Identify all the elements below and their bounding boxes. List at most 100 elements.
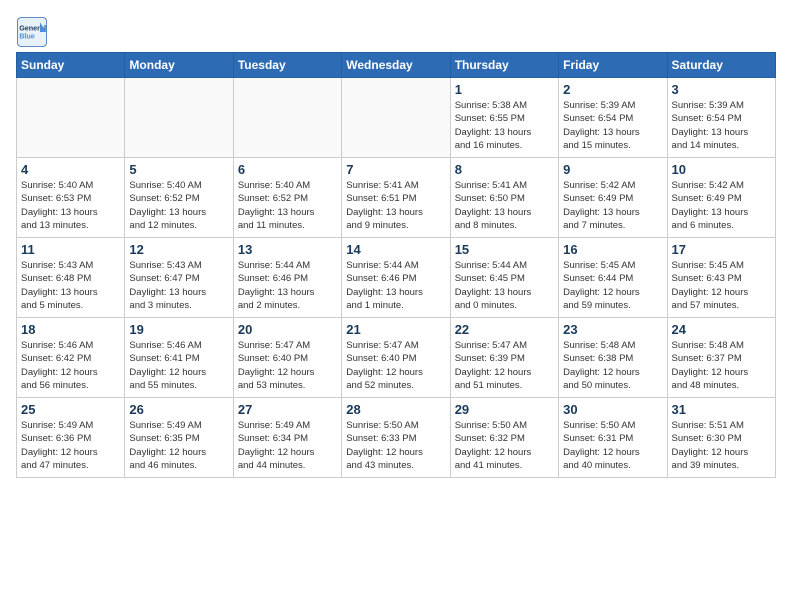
- calendar-cell: [125, 78, 233, 158]
- day-info: Sunrise: 5:47 AM Sunset: 6:40 PM Dayligh…: [346, 339, 445, 392]
- day-info: Sunrise: 5:44 AM Sunset: 6:46 PM Dayligh…: [238, 259, 337, 312]
- day-number: 6: [238, 162, 337, 177]
- day-number: 23: [563, 322, 662, 337]
- day-number: 27: [238, 402, 337, 417]
- day-number: 21: [346, 322, 445, 337]
- day-header-tuesday: Tuesday: [233, 53, 341, 78]
- day-number: 24: [672, 322, 771, 337]
- calendar-cell: 14 Sunrise: 5:44 AM Sunset: 6:46 PM Dayli…: [342, 238, 450, 318]
- calendar-cell: 17 Sunrise: 5:45 AM Sunset: 6:43 PM Dayli…: [667, 238, 775, 318]
- svg-text:Blue: Blue: [19, 31, 35, 40]
- day-info: Sunrise: 5:38 AM Sunset: 6:55 PM Dayligh…: [455, 99, 554, 152]
- day-number: 26: [129, 402, 228, 417]
- day-number: 29: [455, 402, 554, 417]
- day-header-sunday: Sunday: [17, 53, 125, 78]
- day-info: Sunrise: 5:45 AM Sunset: 6:44 PM Dayligh…: [563, 259, 662, 312]
- day-info: Sunrise: 5:40 AM Sunset: 6:52 PM Dayligh…: [129, 179, 228, 232]
- day-info: Sunrise: 5:47 AM Sunset: 6:39 PM Dayligh…: [455, 339, 554, 392]
- calendar-cell: [342, 78, 450, 158]
- calendar-cell: 30 Sunrise: 5:50 AM Sunset: 6:31 PM Dayli…: [559, 398, 667, 478]
- day-number: 12: [129, 242, 228, 257]
- logo: General Blue: [16, 16, 48, 48]
- day-info: Sunrise: 5:43 AM Sunset: 6:47 PM Dayligh…: [129, 259, 228, 312]
- calendar-cell: 9 Sunrise: 5:42 AM Sunset: 6:49 PM Daylig…: [559, 158, 667, 238]
- day-info: Sunrise: 5:49 AM Sunset: 6:36 PM Dayligh…: [21, 419, 120, 472]
- calendar-cell: 16 Sunrise: 5:45 AM Sunset: 6:44 PM Dayli…: [559, 238, 667, 318]
- calendar-cell: 5 Sunrise: 5:40 AM Sunset: 6:52 PM Daylig…: [125, 158, 233, 238]
- day-info: Sunrise: 5:42 AM Sunset: 6:49 PM Dayligh…: [563, 179, 662, 232]
- day-number: 31: [672, 402, 771, 417]
- calendar-cell: 19Sunrise: 5:46 AM Sunset: 6:41 PM Dayli…: [125, 318, 233, 398]
- day-info: Sunrise: 5:50 AM Sunset: 6:31 PM Dayligh…: [563, 419, 662, 472]
- day-info: Sunrise: 5:40 AM Sunset: 6:52 PM Dayligh…: [238, 179, 337, 232]
- day-header-monday: Monday: [125, 53, 233, 78]
- calendar-cell: 20 Sunrise: 5:47 AM Sunset: 6:40 PM Dayli…: [233, 318, 341, 398]
- day-number: 7: [346, 162, 445, 177]
- day-info: Sunrise: 5:48 AM Sunset: 6:38 PM Dayligh…: [563, 339, 662, 392]
- day-info: Sunrise: 5:47 AM Sunset: 6:40 PM Dayligh…: [238, 339, 337, 392]
- day-number: 20: [238, 322, 337, 337]
- day-info: Sunrise: 5:44 AM Sunset: 6:45 PM Dayligh…: [455, 259, 554, 312]
- day-info: Sunrise: 5:50 AM Sunset: 6:33 PM Dayligh…: [346, 419, 445, 472]
- day-number: 8: [455, 162, 554, 177]
- day-info: Sunrise: 5:41 AM Sunset: 6:50 PM Dayligh…: [455, 179, 554, 232]
- day-info: Sunrise: 5:43 AM Sunset: 6:48 PM Dayligh…: [21, 259, 120, 312]
- calendar-cell: 7 Sunrise: 5:41 AM Sunset: 6:51 PM Daylig…: [342, 158, 450, 238]
- day-number: 11: [21, 242, 120, 257]
- day-info: Sunrise: 5:49 AM Sunset: 6:34 PM Dayligh…: [238, 419, 337, 472]
- calendar-cell: 11 Sunrise: 5:43 AM Sunset: 6:48 PM Dayli…: [17, 238, 125, 318]
- day-number: 14: [346, 242, 445, 257]
- calendar-cell: 2Sunrise: 5:39 AM Sunset: 6:54 PM Daylig…: [559, 78, 667, 158]
- day-info: Sunrise: 5:39 AM Sunset: 6:54 PM Dayligh…: [672, 99, 771, 152]
- calendar-cell: 4 Sunrise: 5:40 AM Sunset: 6:53 PM Daylig…: [17, 158, 125, 238]
- calendar-cell: 10 Sunrise: 5:42 AM Sunset: 6:49 PM Dayli…: [667, 158, 775, 238]
- day-number: 28: [346, 402, 445, 417]
- day-number: 5: [129, 162, 228, 177]
- calendar-cell: 15 Sunrise: 5:44 AM Sunset: 6:45 PM Dayli…: [450, 238, 558, 318]
- calendar-cell: 21 Sunrise: 5:47 AM Sunset: 6:40 PM Dayli…: [342, 318, 450, 398]
- calendar-cell: [17, 78, 125, 158]
- calendar-cell: 1 Sunrise: 5:38 AM Sunset: 6:55 PM Daylig…: [450, 78, 558, 158]
- day-info: Sunrise: 5:46 AM Sunset: 6:41 PM Dayligh…: [129, 339, 228, 392]
- calendar-cell: 12 Sunrise: 5:43 AM Sunset: 6:47 PM Dayli…: [125, 238, 233, 318]
- calendar-cell: 6 Sunrise: 5:40 AM Sunset: 6:52 PM Daylig…: [233, 158, 341, 238]
- day-info: Sunrise: 5:45 AM Sunset: 6:43 PM Dayligh…: [672, 259, 771, 312]
- calendar-cell: 3 Sunrise: 5:39 AM Sunset: 6:54 PM Daylig…: [667, 78, 775, 158]
- day-header-wednesday: Wednesday: [342, 53, 450, 78]
- calendar-cell: 18Sunrise: 5:46 AM Sunset: 6:42 PM Dayli…: [17, 318, 125, 398]
- day-info: Sunrise: 5:42 AM Sunset: 6:49 PM Dayligh…: [672, 179, 771, 232]
- day-info: Sunrise: 5:41 AM Sunset: 6:51 PM Dayligh…: [346, 179, 445, 232]
- day-number: 2: [563, 82, 662, 97]
- calendar-cell: 23 Sunrise: 5:48 AM Sunset: 6:38 PM Dayli…: [559, 318, 667, 398]
- day-number: 30: [563, 402, 662, 417]
- day-header-thursday: Thursday: [450, 53, 558, 78]
- day-info: Sunrise: 5:44 AM Sunset: 6:46 PM Dayligh…: [346, 259, 445, 312]
- day-header-friday: Friday: [559, 53, 667, 78]
- day-number: 9: [563, 162, 662, 177]
- day-number: 4: [21, 162, 120, 177]
- day-number: 1: [455, 82, 554, 97]
- calendar-cell: 8 Sunrise: 5:41 AM Sunset: 6:50 PM Daylig…: [450, 158, 558, 238]
- calendar-table: SundayMondayTuesdayWednesdayThursdayFrid…: [16, 52, 776, 478]
- day-number: 3: [672, 82, 771, 97]
- day-number: 15: [455, 242, 554, 257]
- day-number: 18: [21, 322, 120, 337]
- day-info: Sunrise: 5:40 AM Sunset: 6:53 PM Dayligh…: [21, 179, 120, 232]
- day-number: 16: [563, 242, 662, 257]
- day-info: Sunrise: 5:48 AM Sunset: 6:37 PM Dayligh…: [672, 339, 771, 392]
- day-header-saturday: Saturday: [667, 53, 775, 78]
- calendar-cell: 22 Sunrise: 5:47 AM Sunset: 6:39 PM Dayli…: [450, 318, 558, 398]
- day-number: 22: [455, 322, 554, 337]
- calendar-cell: 24 Sunrise: 5:48 AM Sunset: 6:37 PM Dayli…: [667, 318, 775, 398]
- calendar-cell: 27 Sunrise: 5:49 AM Sunset: 6:34 PM Dayli…: [233, 398, 341, 478]
- calendar-cell: 31 Sunrise: 5:51 AM Sunset: 6:30 PM Dayli…: [667, 398, 775, 478]
- calendar-cell: 28 Sunrise: 5:50 AM Sunset: 6:33 PM Dayli…: [342, 398, 450, 478]
- day-number: 17: [672, 242, 771, 257]
- calendar-cell: 25 Sunrise: 5:49 AM Sunset: 6:36 PM Dayli…: [17, 398, 125, 478]
- day-number: 10: [672, 162, 771, 177]
- day-info: Sunrise: 5:49 AM Sunset: 6:35 PM Dayligh…: [129, 419, 228, 472]
- calendar-cell: 29 Sunrise: 5:50 AM Sunset: 6:32 PM Dayli…: [450, 398, 558, 478]
- day-number: 25: [21, 402, 120, 417]
- day-info: Sunrise: 5:50 AM Sunset: 6:32 PM Dayligh…: [455, 419, 554, 472]
- day-info: Sunrise: 5:51 AM Sunset: 6:30 PM Dayligh…: [672, 419, 771, 472]
